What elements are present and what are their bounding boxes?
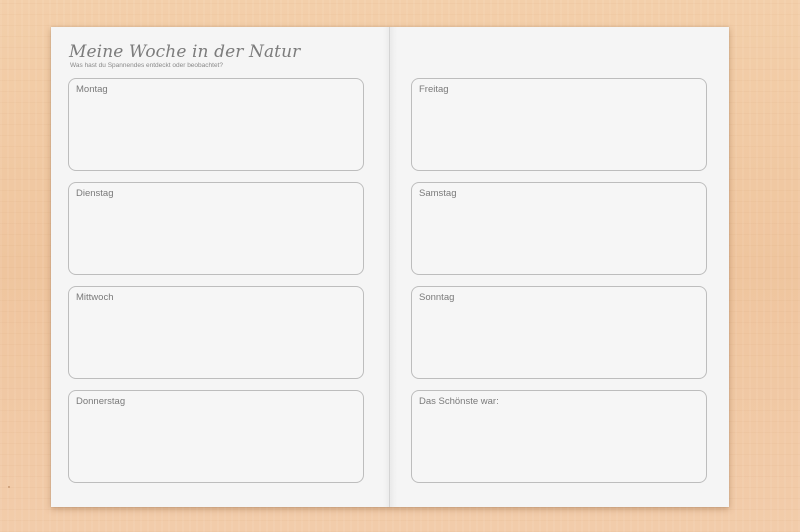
worksheet-booklet: Meine Woche in der Natur Was hast du Spa… xyxy=(51,27,729,507)
worksheet-title: Meine Woche in der Natur xyxy=(69,42,301,62)
day-box-sonntag[interactable]: Sonntag xyxy=(411,286,707,379)
day-box-samstag[interactable]: Samstag xyxy=(411,182,707,275)
day-label: Samstag xyxy=(419,188,457,199)
background-speck xyxy=(8,486,10,488)
booklet-spine-shadow xyxy=(383,27,397,507)
day-label: Donnerstag xyxy=(76,396,126,407)
day-label: Dienstag xyxy=(76,188,114,199)
day-label: Freitag xyxy=(419,84,449,95)
day-box-mittwoch[interactable]: Mittwoch xyxy=(68,286,364,379)
day-box-montag[interactable]: Montag xyxy=(68,78,364,171)
day-label: Mittwoch xyxy=(76,292,114,303)
highlight-box-das-schoenste[interactable]: Das Schönste war: xyxy=(411,390,707,483)
day-box-freitag[interactable]: Freitag xyxy=(411,78,707,171)
booklet-spine xyxy=(389,27,390,507)
day-label: Das Schönste war: xyxy=(419,396,499,407)
day-box-dienstag[interactable]: Dienstag xyxy=(68,182,364,275)
day-label: Sonntag xyxy=(419,292,455,303)
day-box-donnerstag[interactable]: Donnerstag xyxy=(68,390,364,483)
day-label: Montag xyxy=(76,84,108,95)
worksheet-subtitle: Was hast du Spannendes entdeckt oder beo… xyxy=(70,62,223,69)
